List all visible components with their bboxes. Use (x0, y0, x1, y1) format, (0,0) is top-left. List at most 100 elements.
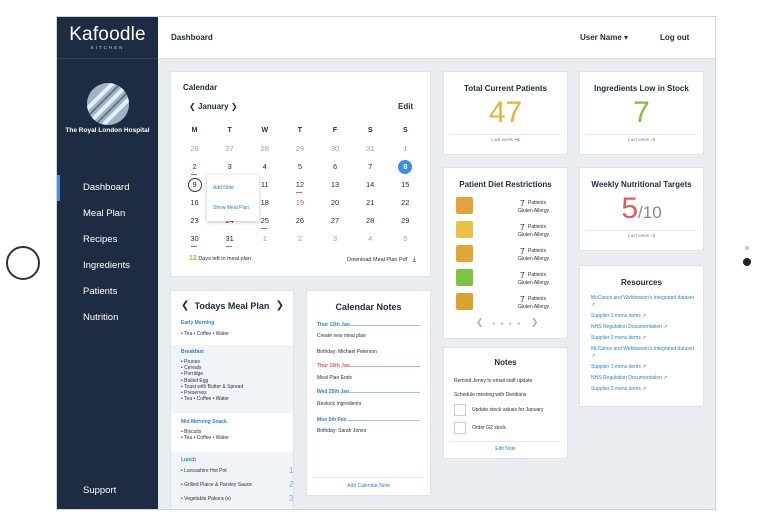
calendar-day[interactable]: 31 (212, 230, 247, 248)
calendar-card: Calendar ❮ January ❯ Edit M T W T F S S … (170, 71, 431, 277)
calendar-day[interactable]: 3 (318, 230, 353, 248)
next-day-icon[interactable]: ❯ (276, 300, 284, 311)
note-text: Birthday: Sarah Jones (317, 428, 367, 434)
diet-row[interactable]: 7 Patients Gluten Allergy (456, 245, 556, 267)
edit-note-link[interactable]: Edit Note (444, 446, 567, 452)
calendar-day[interactable]: 4 (353, 230, 388, 248)
nut-icon (456, 293, 473, 310)
home-button[interactable] (6, 246, 40, 280)
next-page-icon[interactable]: ❯ (531, 317, 539, 327)
meal-item: • Tea • Coffee • Water (181, 435, 229, 442)
stat-value-wrap: 5/10 (580, 192, 703, 226)
calendar-week: 30 31 1 2 3 4 5 (177, 230, 423, 248)
sidebar-item-meal-plan[interactable]: Meal Plan (57, 201, 158, 227)
resource-link[interactable]: Supplier 2 menu items ↗ (591, 386, 696, 393)
notes-card: Notes Remind Jenny to email staff update… (443, 347, 568, 459)
resource-link[interactable]: McCance and Widdowson's integrated datas… (591, 346, 696, 360)
calendar-day[interactable]: 2 (282, 230, 317, 248)
calendar-day[interactable]: 29 (282, 140, 317, 158)
logo[interactable]: Kafoodle KITCHEN (57, 17, 158, 59)
calendar-day[interactable]: 27 (318, 212, 353, 230)
page-dots-icon: ● ● ● ● (492, 321, 523, 327)
foot-label: Last week (491, 138, 513, 143)
prev-month-icon[interactable]: ❮ (189, 102, 196, 111)
divider (450, 441, 561, 442)
diet-unit: Patients (528, 248, 547, 254)
calendar-day[interactable]: 4 (247, 158, 282, 176)
diet-label: Gluten Allergy (518, 208, 550, 214)
next-month-icon[interactable]: ❯ (231, 102, 238, 111)
sidebar-item-recipes[interactable]: Recipes (57, 227, 158, 253)
diet-row[interactable]: 7 Patients Gluten Allergy (456, 269, 556, 291)
sidebar-item-nutrition[interactable]: Nutrition (57, 305, 158, 331)
calendar-day[interactable]: 14 (353, 176, 388, 194)
resource-link[interactable]: Supplier 2 menu items ↗ (591, 335, 696, 342)
todo-label: Order G2 stock (472, 425, 506, 431)
meal-option-number: 2 (289, 480, 294, 489)
calendar-day[interactable]: 22 (388, 194, 423, 212)
divider (586, 134, 697, 135)
resource-link[interactable]: Supplier 1 menu items ↗ (591, 313, 696, 320)
calendar-day[interactable]: 29 (388, 212, 423, 230)
sidebar-item-support[interactable]: Support (83, 485, 116, 496)
sidebar-item-dashboard[interactable]: Dashboard (57, 175, 158, 201)
prev-page-icon[interactable]: ❮ (476, 317, 484, 327)
meal-item: • Tea • Coffee • Water (181, 331, 229, 337)
calendar-day[interactable]: 27 (212, 140, 247, 158)
calendar-edit-button[interactable]: Edit (398, 102, 413, 111)
divider (450, 134, 561, 135)
calendar-day[interactable]: 6 (318, 158, 353, 176)
total-patients-card: Total Current Patients 47 Last week +4 (443, 71, 568, 155)
stat-value: 47 (488, 96, 523, 129)
show-meal-plan-option[interactable]: Show Meal Plan (213, 198, 253, 218)
download-meal-plan-link[interactable]: Download Meal Plan Pdf ⤓ (347, 256, 416, 264)
weekday-label: S (367, 127, 373, 134)
calendar-day[interactable]: 26 (177, 140, 212, 158)
calendar-day[interactable]: 1 (247, 230, 282, 248)
calendar-day[interactable]: 13 (318, 176, 353, 194)
calendar-day[interactable]: 21 (353, 194, 388, 212)
stat-title: Ingredients Low in Stock (594, 84, 689, 93)
diet-unit: Patients (528, 272, 547, 278)
calendar-day[interactable]: 30 (177, 230, 212, 248)
meal-plan-header: ❮ Todays Meal Plan ❯ (171, 300, 293, 311)
calendar-day[interactable]: 5 (388, 230, 423, 248)
todo-checkbox[interactable] (454, 422, 466, 434)
diet-row[interactable]: 7 Patients Gluten Allergy (456, 221, 556, 243)
calendar-notes-title: Calendar Notes (335, 302, 402, 312)
todo-checkbox[interactable] (454, 404, 466, 416)
logout-link[interactable]: Log out (660, 33, 689, 42)
calendar-day[interactable]: 15 (388, 176, 423, 194)
calendar-day[interactable]: 28 (247, 140, 282, 158)
user-menu[interactable]: User Name ▾ (580, 33, 628, 42)
add-calendar-note-link[interactable]: Add Calendar Note (307, 483, 430, 489)
diet-row[interactable]: 7 Patients Gluten Allergy (456, 197, 556, 219)
meal-section-breakfast: Breakfast • Prunes • Cereals • Porridge … (171, 345, 293, 413)
add-note-option[interactable]: Add Note (213, 178, 253, 198)
resource-link[interactable]: NHS Regulation Documentation ↗ (591, 375, 696, 382)
stat-title: Total Current Patients (464, 84, 547, 93)
calendar-day[interactable]: 1 (388, 140, 423, 158)
calendar-day[interactable]: 5 (282, 158, 317, 176)
calendar-day[interactable]: 28 (353, 212, 388, 230)
calendar-day[interactable]: 2 (177, 158, 212, 176)
sidebar-item-patients[interactable]: Patients (57, 279, 158, 305)
resource-link[interactable]: McCance and Widdowson's integrated datas… (591, 295, 696, 309)
calendar-day[interactable]: 30 (318, 140, 353, 158)
calendar-day-today[interactable]: 8 (388, 158, 423, 176)
sidebar-item-ingredients[interactable]: Ingredients (57, 253, 158, 279)
calendar-day[interactable]: 20 (318, 194, 353, 212)
calendar-day[interactable]: 19 (282, 194, 317, 212)
section-title: Mid Morning Snack (181, 419, 227, 425)
prev-day-icon[interactable]: ❮ (181, 300, 189, 311)
calendar-day[interactable]: 7 (353, 158, 388, 176)
egg-icon (456, 245, 473, 262)
diet-row[interactable]: 7 Patients Gluten Allergy (456, 293, 556, 315)
calendar-day[interactable]: 12 (282, 176, 317, 194)
resource-link[interactable]: Supplier 1 menu items ↗ (591, 364, 696, 371)
calendar-day[interactable]: 31 (353, 140, 388, 158)
calendar-day[interactable]: 26 (282, 212, 317, 230)
resource-link[interactable]: NHS Regulation Documentation ↗ (591, 324, 696, 331)
calendar-day[interactable]: 3 (212, 158, 247, 176)
org-name: The Royal London Hospital (65, 127, 150, 134)
